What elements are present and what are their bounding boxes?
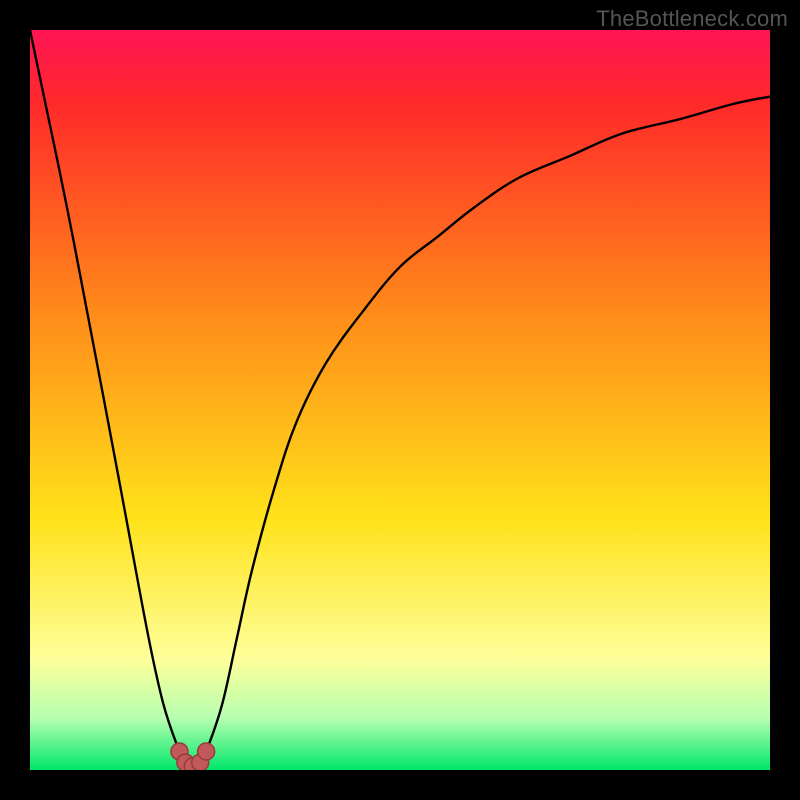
bottleneck-curve	[30, 30, 770, 770]
plot-area	[30, 30, 770, 770]
curve-marker	[198, 743, 215, 760]
chart-frame: TheBottleneck.com	[0, 0, 800, 800]
watermark-text: TheBottleneck.com	[596, 6, 788, 32]
